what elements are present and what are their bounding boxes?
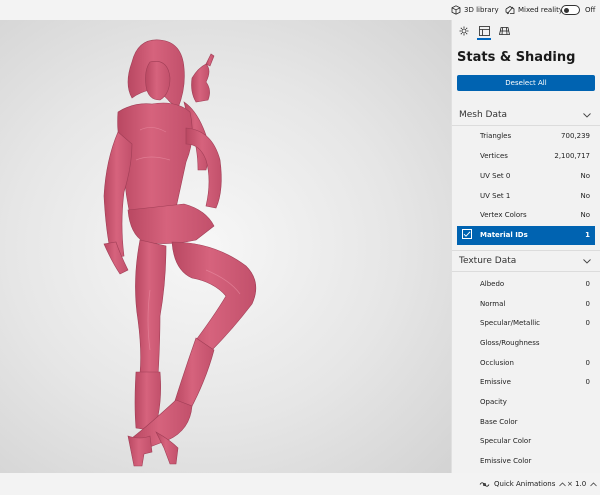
stats-panel: Stats & Shading Deselect All Mesh Data T… bbox=[451, 20, 600, 473]
tab-lighting[interactable] bbox=[457, 24, 471, 38]
quick-animations-label: Quick Animations bbox=[494, 480, 556, 488]
texture-row-occlusion[interactable]: Occlusion 0 bbox=[457, 355, 595, 372]
chevron-down-icon bbox=[583, 259, 591, 264]
cube-icon bbox=[451, 5, 461, 15]
row-value: 0 bbox=[585, 300, 590, 308]
3d-library-label: 3D library bbox=[464, 6, 499, 14]
texture-data-header[interactable]: Texture Data bbox=[452, 253, 600, 271]
row-label: Base Color bbox=[480, 418, 518, 426]
texture-row-gloss-roughness[interactable]: Gloss/Roughness bbox=[457, 335, 595, 352]
row-value: No bbox=[580, 172, 590, 180]
row-value: 700,239 bbox=[561, 132, 590, 140]
mesh-row-triangles[interactable]: Triangles 700,239 bbox=[457, 128, 595, 145]
texture-row-opacity[interactable]: Opacity bbox=[457, 394, 595, 411]
mixed-reality-button[interactable]: Mixed reality bbox=[505, 0, 563, 20]
row-label: Gloss/Roughness bbox=[480, 339, 540, 347]
mixed-reality-toggle[interactable] bbox=[561, 5, 580, 15]
mesh-data-title: Mesh Data bbox=[459, 110, 508, 120]
stats-icon bbox=[478, 26, 490, 36]
row-label: Normal bbox=[480, 300, 506, 308]
texture-row-emissive[interactable]: Emissive 0 bbox=[457, 374, 595, 391]
mixed-reality-label: Mixed reality bbox=[518, 6, 563, 14]
toggle-state-label: Off bbox=[585, 6, 596, 14]
divider bbox=[452, 271, 600, 272]
mixed-reality-icon bbox=[505, 6, 515, 15]
row-label: Material IDs bbox=[480, 231, 528, 239]
row-value: 0 bbox=[585, 280, 590, 288]
checkbox[interactable] bbox=[462, 229, 472, 239]
row-label: Opacity bbox=[480, 398, 507, 406]
row-value: No bbox=[580, 192, 590, 200]
title-bar: 3D library Mixed reality Off bbox=[0, 0, 600, 20]
row-value: No bbox=[580, 211, 590, 219]
mesh-row-uv-set-1[interactable]: UV Set 1 No bbox=[457, 188, 595, 205]
sun-icon bbox=[459, 26, 469, 36]
panel-tabs bbox=[452, 20, 600, 42]
chevron-up-icon bbox=[559, 481, 567, 486]
bottom-bar: Quick Animations × 1.0 bbox=[0, 473, 600, 495]
texture-row-normal[interactable]: Normal 0 bbox=[457, 296, 595, 313]
panel-title: Stats & Shading bbox=[457, 50, 576, 65]
mesh-row-material-ids[interactable]: Material IDs 1 bbox=[457, 226, 595, 245]
3d-model bbox=[103, 39, 257, 467]
chevron-up-icon bbox=[590, 481, 598, 486]
checkmark-icon bbox=[463, 231, 471, 237]
row-label: Emissive bbox=[480, 378, 511, 386]
divider bbox=[452, 125, 600, 126]
row-label: Vertices bbox=[480, 152, 508, 160]
row-label: Triangles bbox=[480, 132, 512, 140]
mesh-row-vertices[interactable]: Vertices 2,100,717 bbox=[457, 148, 595, 165]
deselect-all-button[interactable]: Deselect All bbox=[457, 75, 595, 91]
3d-library-button[interactable]: 3D library bbox=[451, 0, 499, 20]
texture-row-emissive-color[interactable]: Emissive Color bbox=[457, 453, 595, 470]
row-value: 0 bbox=[585, 359, 590, 367]
row-value: 1 bbox=[585, 231, 590, 239]
mesh-data-header[interactable]: Mesh Data bbox=[452, 107, 600, 125]
speed-label: × 1.0 bbox=[567, 480, 587, 488]
tab-stats[interactable] bbox=[477, 24, 491, 40]
quick-animations-button[interactable]: Quick Animations bbox=[479, 473, 567, 495]
grid-icon bbox=[498, 27, 510, 35]
3d-viewport[interactable] bbox=[0, 20, 451, 473]
row-label: Emissive Color bbox=[480, 457, 532, 465]
speed-button[interactable]: × 1.0 bbox=[567, 473, 598, 495]
texture-row-albedo[interactable]: Albedo 0 bbox=[457, 276, 595, 293]
divider bbox=[452, 250, 600, 251]
row-label: Albedo bbox=[480, 280, 505, 288]
row-label: Vertex Colors bbox=[480, 211, 527, 219]
row-label: Specular/Metallic bbox=[480, 319, 541, 327]
row-value: 0 bbox=[585, 378, 590, 386]
texture-row-base-color[interactable]: Base Color bbox=[457, 414, 595, 431]
texture-row-specular-metallic[interactable]: Specular/Metallic 0 bbox=[457, 315, 595, 332]
row-value: 0 bbox=[585, 319, 590, 327]
row-label: UV Set 1 bbox=[480, 192, 511, 200]
tab-grid[interactable] bbox=[497, 24, 511, 38]
texture-row-specular-color[interactable]: Specular Color bbox=[457, 433, 595, 450]
row-value: 2,100,717 bbox=[554, 152, 590, 160]
row-label: Specular Color bbox=[480, 437, 532, 445]
row-label: UV Set 0 bbox=[480, 172, 511, 180]
chevron-down-icon bbox=[583, 113, 591, 118]
row-label: Occlusion bbox=[480, 359, 514, 367]
mesh-row-uv-set-0[interactable]: UV Set 0 No bbox=[457, 168, 595, 185]
mesh-row-vertex-colors[interactable]: Vertex Colors No bbox=[457, 207, 595, 224]
animation-icon bbox=[479, 481, 490, 487]
texture-data-title: Texture Data bbox=[459, 256, 517, 266]
